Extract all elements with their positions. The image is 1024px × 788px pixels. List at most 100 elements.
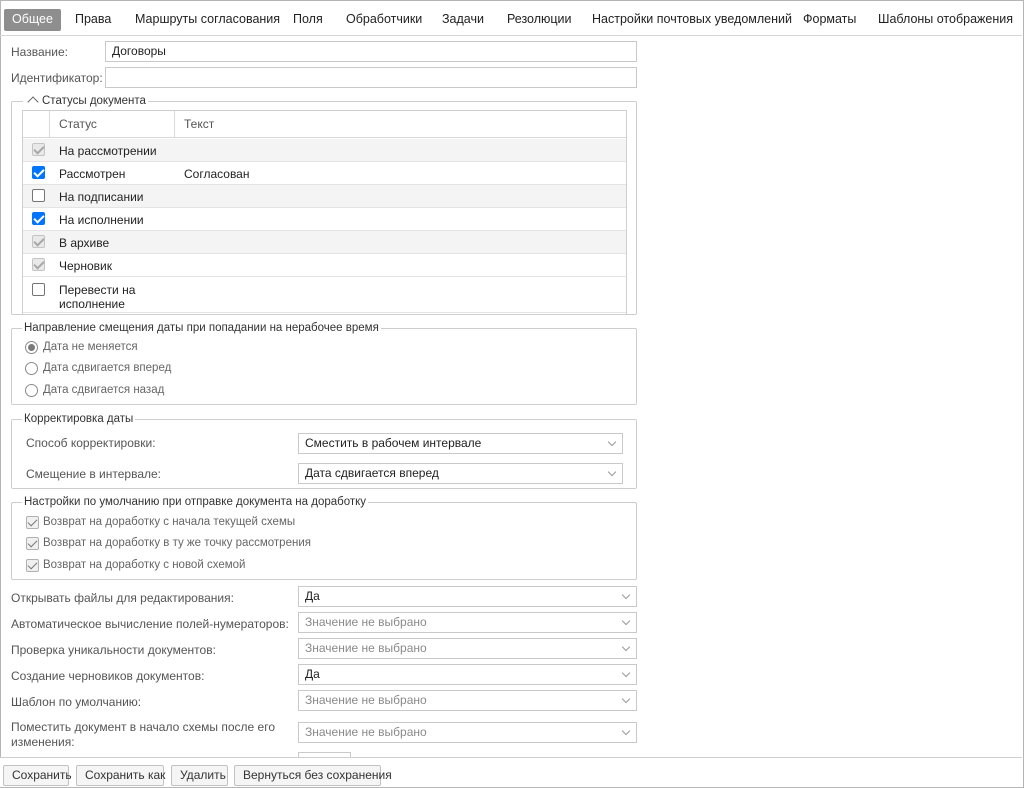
status-label-line1: Перевести на	[59, 283, 136, 297]
rework-same-point-checkbox[interactable]	[26, 537, 39, 550]
table-row[interactable]: Перевести на исполнение	[23, 277, 626, 313]
auto-numerators-label: Автоматическое вычисление полей-нумерато…	[11, 617, 289, 631]
date-shift-legend: Направление смещения даты при попадании …	[22, 321, 381, 335]
save-button[interactable]: Сохранить	[3, 765, 72, 786]
radio-date-forward[interactable]	[25, 362, 38, 375]
identifier-label: Идентификатор:	[11, 71, 103, 85]
status-label: Перевести на исполнение	[59, 283, 135, 311]
status-checkbox[interactable]	[32, 258, 45, 271]
table-row[interactable]: На подписании	[23, 185, 626, 208]
select-value: Значение не выбрано	[305, 725, 427, 739]
tab-handlers[interactable]: Обработчики	[346, 9, 422, 31]
tab-display-templates[interactable]: Шаблоны отображения	[878, 9, 1013, 31]
chevron-down-icon	[621, 726, 631, 736]
table-row[interactable]: Рассмотрен Согласован	[23, 162, 626, 185]
status-label: Рассмотрен	[59, 167, 126, 181]
statuses-table: Статус Текст На рассмотрении Рассмотрен …	[22, 110, 627, 315]
table-row[interactable]: В архиве	[23, 231, 626, 254]
tab-bar: Общее Права Маршруты согласования Поля О…	[0, 0, 1022, 36]
chevron-down-icon	[621, 668, 631, 678]
status-checkbox[interactable]	[32, 166, 45, 179]
status-checkbox[interactable]	[32, 212, 45, 225]
status-checkbox[interactable]	[32, 189, 45, 202]
auto-numerators-select[interactable]: Значение не выбрано	[298, 612, 637, 633]
status-checkbox[interactable]	[32, 143, 45, 156]
select-value: Дата сдвигается вперед	[305, 466, 439, 480]
tab-formats[interactable]: Форматы	[803, 9, 856, 31]
column-divider	[626, 111, 627, 138]
open-files-select[interactable]: Да	[298, 586, 637, 607]
interval-offset-label: Смещение в интервале:	[26, 467, 162, 481]
select-value: Значение не выбрано	[305, 693, 427, 707]
status-label: На рассмотрении	[59, 144, 157, 158]
bottom-toolbar: Сохранить Сохранить как Удалить Вернутьс…	[0, 757, 1022, 787]
table-row[interactable]: На рассмотрении	[23, 139, 626, 162]
select-value: Сместить в рабочем интервале	[305, 436, 482, 450]
correction-method-label: Способ корректировки:	[26, 436, 156, 450]
open-files-label: Открывать файлы для редактирования:	[11, 591, 234, 605]
radio-label[interactable]: Дата сдвигается назад	[43, 384, 164, 396]
status-checkbox[interactable]	[32, 283, 45, 296]
statuses-legend[interactable]: Статусы документа	[23, 94, 148, 108]
move-to-start-label-line1: Поместить документ в начало схемы после …	[11, 720, 276, 734]
default-template-label: Шаблон по умолчанию:	[11, 695, 142, 709]
table-row[interactable]: Черновик	[23, 254, 626, 277]
select-value: Значение не выбрано	[305, 641, 427, 655]
rework-from-start-checkbox[interactable]	[26, 516, 39, 529]
status-text[interactable]: Согласован	[184, 167, 249, 181]
tab-tasks[interactable]: Задачи	[442, 9, 484, 31]
move-to-start-label-line2: изменения:	[11, 735, 75, 749]
uniqueness-check-label: Проверка уникальности документов:	[11, 643, 216, 657]
identifier-input[interactable]	[105, 67, 637, 88]
rework-new-scheme-checkbox[interactable]	[26, 559, 39, 572]
checkbox-label[interactable]: Возврат на доработку с начала текущей сх…	[43, 516, 295, 528]
name-label: Название:	[11, 45, 68, 59]
tab-routes[interactable]: Маршруты согласования	[135, 9, 280, 31]
radio-date-unchanged[interactable]	[25, 341, 38, 354]
status-label: В архиве	[59, 236, 110, 250]
select-value: Да	[305, 589, 320, 603]
correction-method-select[interactable]: Сместить в рабочем интервале	[298, 433, 623, 454]
uniqueness-check-select[interactable]: Значение не выбрано	[298, 638, 637, 659]
chevron-down-icon	[621, 694, 631, 704]
column-header-text[interactable]: Текст	[184, 111, 214, 138]
radio-label[interactable]: Дата сдвигается вперед	[43, 362, 171, 374]
table-row[interactable]: На исполнении	[23, 208, 626, 231]
status-label: Черновик	[59, 259, 112, 273]
collapse-caret-icon[interactable]	[27, 96, 39, 108]
column-divider	[49, 111, 50, 138]
back-without-saving-button[interactable]: Вернуться без сохранения	[234, 765, 392, 786]
tab-resolutions[interactable]: Резолюции	[507, 9, 572, 31]
status-label: На подписании	[59, 190, 144, 204]
interval-offset-select[interactable]: Дата сдвигается вперед	[298, 463, 623, 484]
move-to-start-label: Поместить документ в начало схемы после …	[11, 720, 275, 750]
delete-button[interactable]: Удалить	[171, 765, 228, 786]
rework-defaults-legend: Настройки по умолчанию при отправке доку…	[22, 495, 369, 509]
default-template-select[interactable]: Значение не выбрано	[298, 690, 637, 711]
chevron-down-icon	[621, 616, 631, 626]
drafts-creation-select[interactable]: Да	[298, 664, 637, 685]
drafts-creation-label: Создание черновиков документов:	[11, 669, 205, 683]
chevron-down-icon	[621, 642, 631, 652]
select-value: Да	[305, 667, 320, 681]
radio-date-backward[interactable]	[25, 384, 38, 397]
statuses-legend-text: Статусы документа	[42, 95, 146, 107]
tab-rights[interactable]: Права	[75, 9, 111, 31]
radio-label[interactable]: Дата не меняется	[43, 341, 138, 353]
move-to-start-select[interactable]: Значение не выбрано	[298, 722, 637, 743]
tab-general[interactable]: Общее	[4, 9, 61, 31]
checkbox-label[interactable]: Возврат на доработку с новой схемой	[43, 559, 245, 571]
date-correction-legend: Корректировка даты	[22, 412, 136, 426]
checkbox-label[interactable]: Возврат на доработку в ту же точку рассм…	[43, 537, 311, 549]
name-input[interactable]: Договоры	[105, 41, 637, 62]
status-checkbox[interactable]	[32, 235, 45, 248]
column-divider	[174, 111, 175, 138]
chevron-down-icon	[607, 467, 617, 477]
status-label-line2: исполнение	[59, 297, 125, 311]
tab-fields[interactable]: Поля	[293, 9, 323, 31]
tab-mail-notifications[interactable]: Настройки почтовых уведомлений	[592, 9, 792, 31]
column-header-status[interactable]: Статус	[59, 111, 97, 138]
save-as-button[interactable]: Сохранить как	[76, 765, 165, 786]
chevron-down-icon	[621, 590, 631, 600]
statuses-table-header: Статус Текст	[23, 111, 627, 138]
